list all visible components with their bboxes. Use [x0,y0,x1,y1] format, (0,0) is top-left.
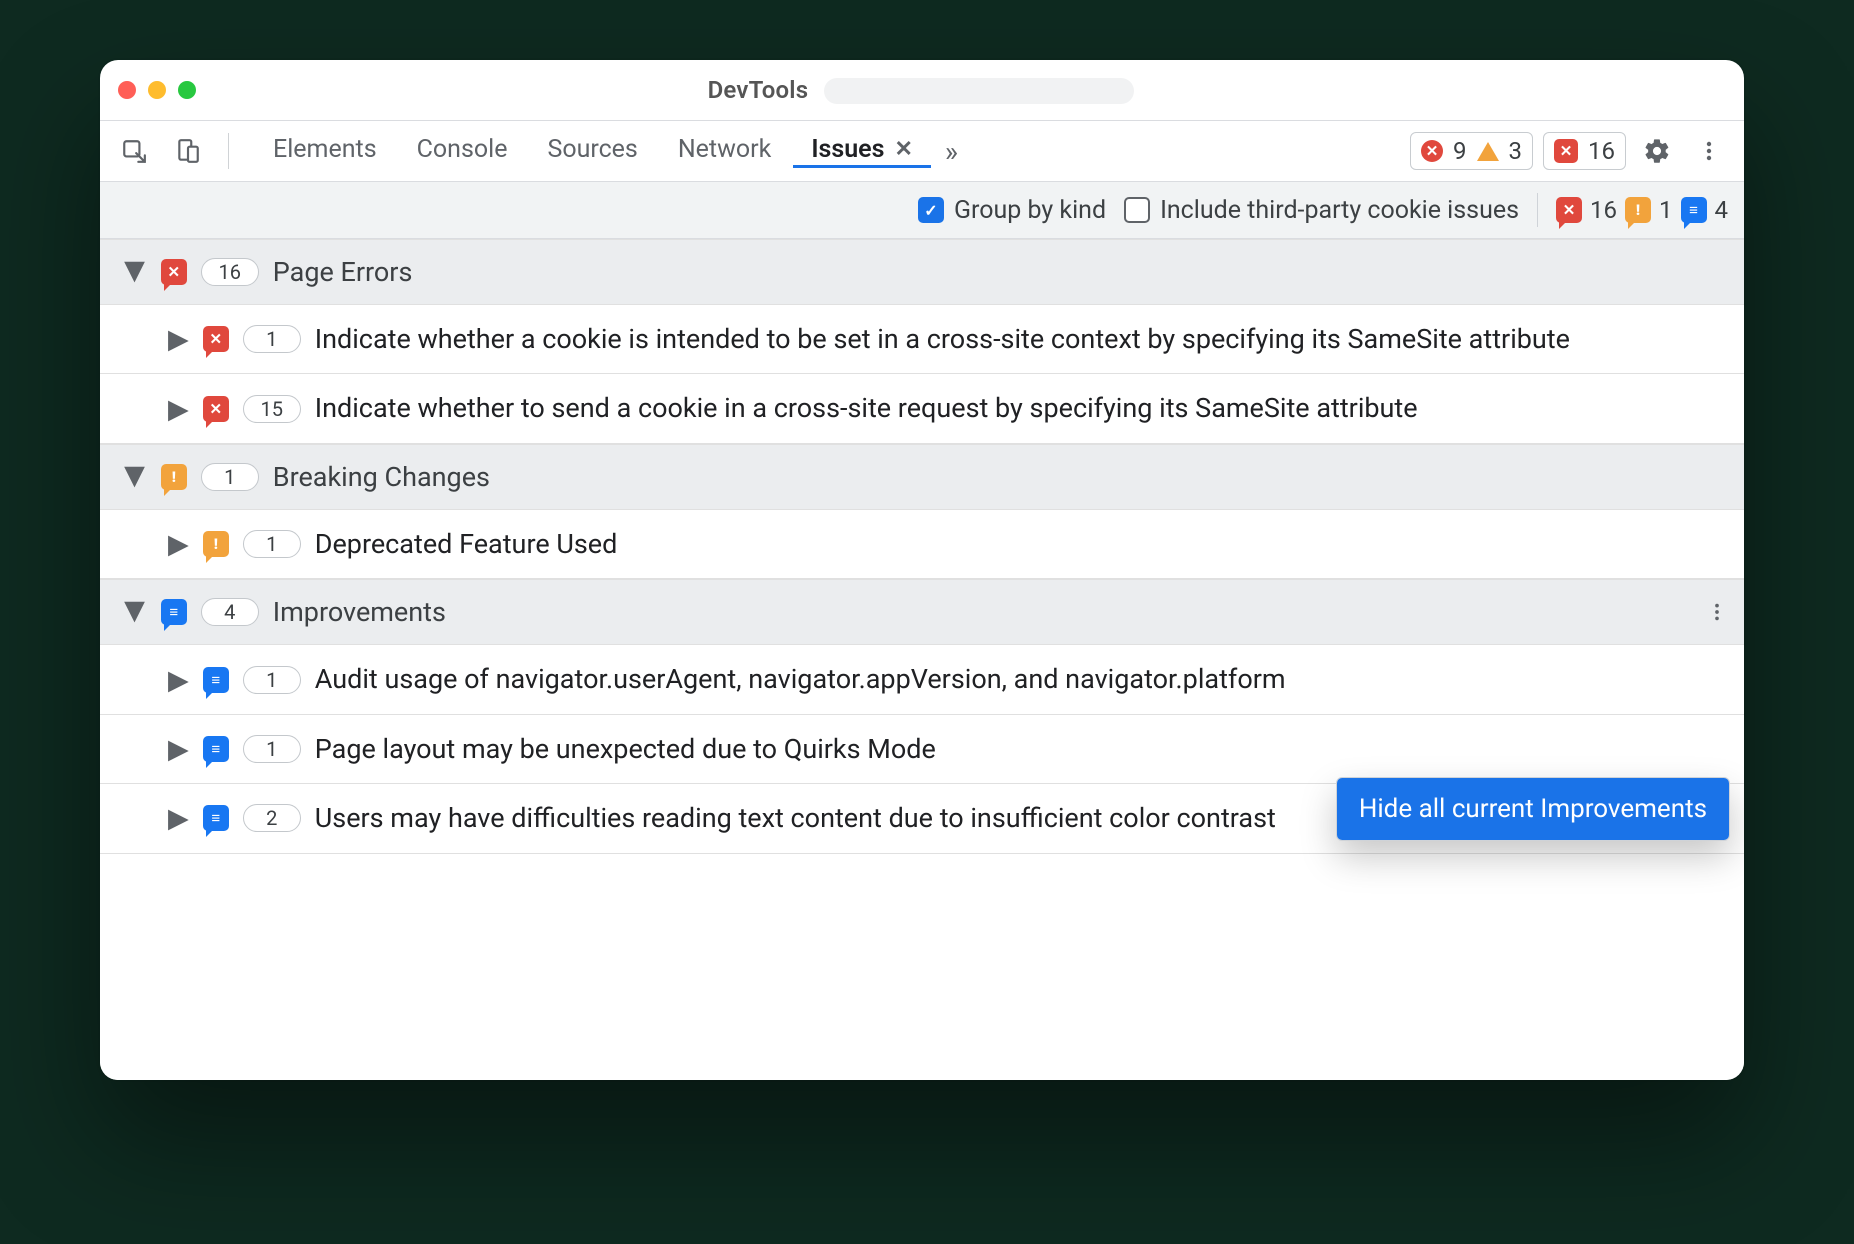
settings-icon[interactable] [1636,130,1678,172]
tab-sources[interactable]: Sources [529,135,655,168]
chevron-right-icon: ▶ [168,733,189,765]
main-toolbar: Elements Console Sources Network Issues … [100,121,1744,182]
group-improvements[interactable]: ▶ ≡ 4 Improvements [100,579,1744,645]
devtools-window: DevTools Elements Cons [100,60,1744,1080]
issue-title: Audit usage of navigator.userAgent, navi… [315,661,1728,697]
issue-count: 1 [243,666,301,694]
page-error-icon: ✕ [203,326,229,352]
console-errors-badge[interactable]: ✕ 9 3 [1410,132,1533,170]
issue-item[interactable]: ▶ ≡ 1 Page layout may be unexpected due … [100,715,1744,784]
group-by-kind-checkbox[interactable]: ✓ Group by kind [918,196,1106,225]
page-error-filter-count: 16 [1590,196,1617,224]
tab-elements[interactable]: Elements [255,135,395,168]
issues-list: ▶ ✕ 16 Page Errors ▶ ✕ 1 Indicate whethe… [100,239,1744,1080]
page-error-icon: ✕ [161,259,187,285]
group-menu-icon[interactable] [1706,601,1728,623]
issue-title: Indicate whether a cookie is intended to… [315,321,1728,357]
chevron-down-icon: ▶ [120,262,152,283]
error-count: 9 [1453,137,1467,165]
issue-count: 1 [243,325,301,353]
warning-triangle-icon [1477,142,1499,161]
window-title: DevTools [156,76,1686,105]
chevron-down-icon: ▶ [120,466,152,487]
chevron-right-icon: ▶ [168,528,189,560]
close-window-button[interactable] [118,81,136,99]
tab-network[interactable]: Network [660,135,789,168]
error-circle-icon: ✕ [1421,140,1443,162]
issue-item[interactable]: ▶ ! 1 Deprecated Feature Used [100,510,1744,579]
more-tabs-icon[interactable]: » [935,135,968,168]
breaking-filter-count: 1 [1659,196,1673,224]
separator [1537,193,1538,227]
chevron-right-icon: ▶ [168,664,189,696]
group-label: Improvements [273,596,446,628]
issue-count: 1 [243,530,301,558]
issue-count: 1 [243,735,301,763]
context-menu: Hide all current Improvements [1336,777,1730,841]
include-third-party-checkbox[interactable]: Include third-party cookie issues [1124,196,1519,225]
issue-item[interactable]: ▶ ≡ 1 Audit usage of navigator.userAgent… [100,645,1744,714]
tab-console[interactable]: Console [399,135,526,168]
device-toggle-icon[interactable] [168,131,208,171]
improvement-icon: ≡ [203,736,229,762]
breaking-change-icon: ! [161,464,187,490]
issue-title: Deprecated Feature Used [315,526,1728,562]
improvement-filter-count: 4 [1715,196,1729,224]
chevron-right-icon: ▶ [168,393,189,425]
checkbox-checked-icon: ✓ [918,197,944,223]
group-count: 1 [201,463,259,491]
chevron-right-icon: ▶ [168,802,189,834]
hide-improvements-menu-item[interactable]: Hide all current Improvements [1337,778,1729,840]
titlebar: DevTools [100,60,1744,121]
breaking-change-icon: ! [1625,197,1651,223]
issues-counter-badge[interactable]: ✕ 16 [1543,132,1626,170]
issues-filter-bar: ✓ Group by kind Include third-party cook… [100,182,1744,239]
issue-item[interactable]: ▶ ✕ 15 Indicate whether to send a cookie… [100,374,1744,443]
window-title-text: DevTools [708,76,809,104]
issue-kind-counts: ✕ 16 ! 1 ≡ 4 [1556,196,1728,224]
issue-count: 2 [243,804,301,832]
group-count: 16 [201,258,259,286]
group-count: 4 [201,598,259,626]
issue-item[interactable]: ▶ ✕ 1 Indicate whether a cookie is inten… [100,305,1744,374]
separator [228,133,229,169]
improvement-icon: ≡ [161,599,187,625]
improvement-icon: ≡ [203,667,229,693]
error-square-icon: ✕ [1554,139,1578,163]
close-tab-icon[interactable]: ✕ [894,137,912,162]
group-breaking-changes[interactable]: ▶ ! 1 Breaking Changes [100,444,1744,510]
group-page-errors[interactable]: ▶ ✕ 16 Page Errors [100,239,1744,305]
group-label: Page Errors [273,256,413,288]
page-error-icon: ✕ [203,396,229,422]
main-menu-icon[interactable] [1688,130,1730,172]
inspect-icon[interactable] [114,131,154,171]
chevron-right-icon: ▶ [168,323,189,355]
issue-count: 15 [243,395,301,423]
checkbox-unchecked-icon [1124,197,1150,223]
issue-title: Indicate whether to send a cookie in a c… [315,390,1728,426]
warning-count: 3 [1509,137,1523,165]
issues-count: 16 [1588,137,1615,165]
page-error-icon: ✕ [1556,197,1582,223]
redacted-url [824,78,1134,104]
tab-issues[interactable]: Issues ✕ [793,135,931,168]
breaking-change-icon: ! [203,531,229,557]
group-label: Breaking Changes [273,461,490,493]
panel-tabs: Elements Console Sources Network Issues … [255,135,968,168]
improvement-icon: ≡ [1681,197,1707,223]
improvement-icon: ≡ [203,805,229,831]
issue-title: Page layout may be unexpected due to Qui… [315,731,1728,767]
chevron-down-icon: ▶ [120,602,152,623]
